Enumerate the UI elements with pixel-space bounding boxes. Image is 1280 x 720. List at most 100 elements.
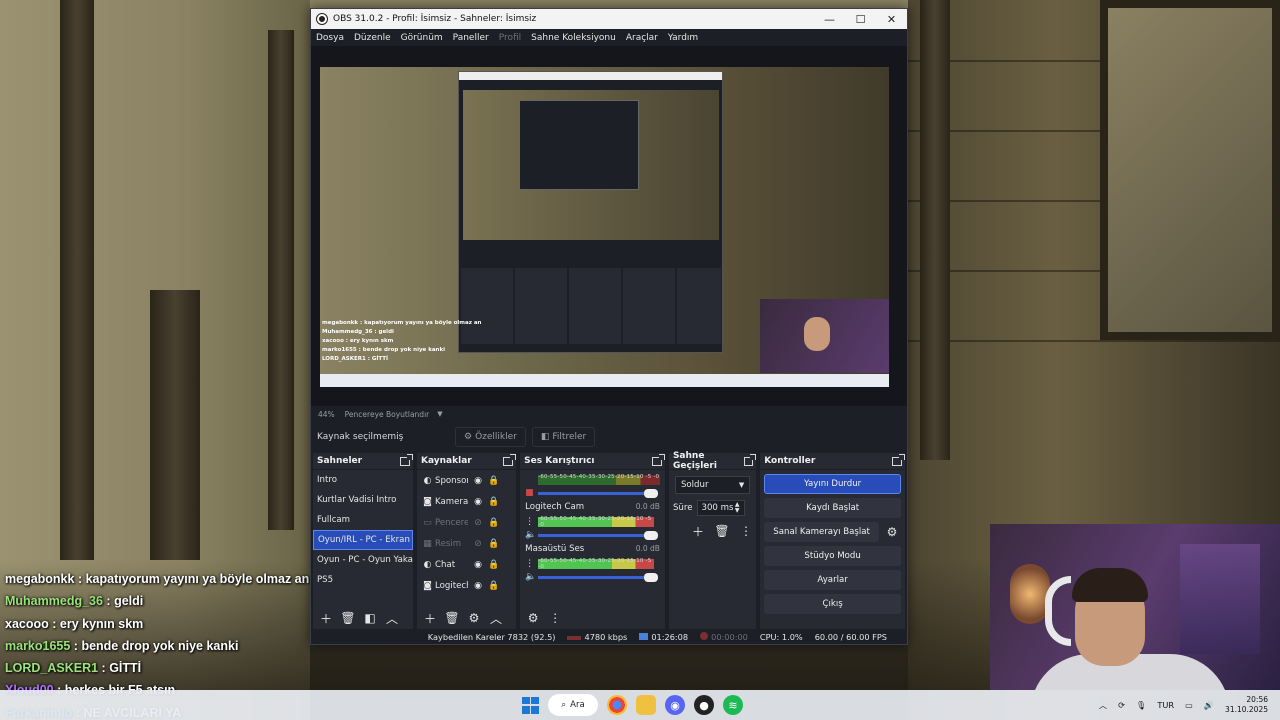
eye-hidden-icon[interactable]: ⊘ <box>473 518 483 528</box>
eye-icon[interactable]: ◉ <box>473 581 483 591</box>
undock-icon[interactable] <box>400 453 413 466</box>
menu-paneller[interactable]: Paneller <box>453 33 489 43</box>
lock-icon[interactable]: 🔒 <box>488 581 499 591</box>
source-item[interactable]: ◙ Logitech ◉ 🔒 <box>417 575 516 596</box>
scene-item-selected[interactable]: Oyun/IRL - PC - Ekran Y <box>313 530 413 550</box>
scene-item[interactable]: PS5 <box>313 570 413 590</box>
clock[interactable]: 20:56 31.10.2025 <box>1225 695 1268 715</box>
exit-button[interactable]: Çıkış <box>764 594 901 614</box>
chevron-up-icon[interactable]: ︿ <box>487 609 505 627</box>
undock-icon[interactable] <box>651 453 665 466</box>
spotify-icon[interactable]: ≋ <box>723 695 743 715</box>
more-icon[interactable]: ⋮ <box>525 559 538 569</box>
lock-icon[interactable]: 🔒 <box>488 476 499 486</box>
speaker-icon[interactable]: 🔈 <box>525 530 538 540</box>
trash-icon[interactable]: 🗑 <box>339 609 357 627</box>
lock-icon[interactable]: 🔒 <box>488 560 499 570</box>
webcam-background-shelf <box>1180 544 1260 654</box>
source-item[interactable]: ▭ Pencere ⊘ 🔒 <box>417 512 516 533</box>
properties-button[interactable]: ⚙ Özellikler <box>455 427 526 447</box>
trash-icon[interactable]: 🗑 <box>443 609 461 627</box>
sources-title: Kaynaklar <box>421 456 472 466</box>
gear-icon[interactable]: ⚙ <box>465 609 483 627</box>
menu-araclar[interactable]: Araçlar <box>626 33 658 43</box>
filters-button[interactable]: ◧ Filtreler <box>531 427 596 447</box>
folder-icon[interactable] <box>636 695 656 715</box>
network-icon[interactable]: ▭ <box>1185 700 1193 710</box>
menu-profil[interactable]: Profil <box>499 33 521 43</box>
volume-slider[interactable] <box>538 530 658 540</box>
gear-icon[interactable]: ⚙ <box>524 609 542 627</box>
obs-icon[interactable]: ● <box>694 695 714 715</box>
preview-chat: megabonkk : kapatıyorum yayını ya böyle … <box>322 319 481 364</box>
background-post <box>150 290 200 560</box>
trash-icon[interactable]: 🗑 <box>713 522 731 540</box>
lock-icon[interactable]: 🔒 <box>488 518 499 528</box>
preview-area[interactable]: megabonkk : kapatıyorum yayını ya böyle … <box>311 46 907 406</box>
lock-icon[interactable]: 🔒 <box>488 497 499 507</box>
menu-yardim[interactable]: Yardım <box>668 33 698 43</box>
studio-mode-button[interactable]: Stüdyo Modu <box>764 546 901 566</box>
source-item[interactable]: ▦ Resim ⊘ 🔒 <box>417 533 516 554</box>
eye-icon[interactable]: ◉ <box>473 497 483 507</box>
menu-sahne-koleksiyonu[interactable]: Sahne Koleksiyonu <box>531 33 616 43</box>
filter-icon[interactable]: ◧ <box>361 609 379 627</box>
speaker-muted-icon[interactable]: ■ <box>525 488 538 498</box>
eye-hidden-icon[interactable]: ⊘ <box>473 539 483 549</box>
eye-icon[interactable]: ◉ <box>473 560 483 570</box>
menu-duzenle[interactable]: Düzenle <box>354 33 391 43</box>
chrome-icon[interactable] <box>607 695 627 715</box>
close-button[interactable]: ✕ <box>876 9 907 29</box>
menu-gorunum[interactable]: Görünüm <box>401 33 443 43</box>
chat-username: marko1655 <box>5 638 71 653</box>
scene-item[interactable]: Intro <box>313 470 413 490</box>
scene-item[interactable]: Fullcam <box>313 510 413 530</box>
gear-icon[interactable]: ⚙ <box>883 523 901 541</box>
mixer-channel: Logitech Cam 0.0 dB ⋮ -60-55-50-45-40-35… <box>520 499 665 541</box>
fit-to-window-label[interactable]: Pencereye Boyutlandır <box>345 410 430 419</box>
settings-button[interactable]: Ayarlar <box>764 570 901 590</box>
volume-slider[interactable] <box>538 572 658 582</box>
chevron-down-icon[interactable]: ▼ <box>437 410 442 418</box>
maximize-button[interactable]: ☐ <box>845 9 876 29</box>
source-item[interactable]: ◐ Chat ◉ 🔒 <box>417 554 516 575</box>
chevron-up-icon[interactable]: ︿ <box>383 609 401 627</box>
add-icon[interactable]: ＋ <box>317 609 335 627</box>
sync-icon[interactable]: ⟳ <box>1118 700 1125 710</box>
more-icon[interactable]: ⋮ <box>737 522 755 540</box>
eye-icon[interactable]: ◉ <box>473 476 483 486</box>
spinner-icon[interactable]: ▲ ▼ <box>735 502 740 514</box>
scene-item[interactable]: Kurtlar Vadisi Intro <box>313 490 413 510</box>
start-recording-button[interactable]: Kaydı Başlat <box>764 498 901 518</box>
undock-icon[interactable] <box>743 453 757 466</box>
source-item[interactable]: ◐ Sponsor ◉ 🔒 <box>417 470 516 491</box>
start-virtual-camera-button[interactable]: Sanal Kamerayı Başlat <box>764 522 879 542</box>
undock-icon[interactable] <box>503 453 517 466</box>
minimize-button[interactable]: — <box>814 9 845 29</box>
scene-item[interactable]: Oyun - PC - Oyun Yakal <box>313 550 413 570</box>
source-item[interactable]: ◙ Kamera ◉ 🔒 <box>417 491 516 512</box>
add-icon[interactable]: ＋ <box>421 609 439 627</box>
title-bar[interactable]: OBS 31.0.2 - Profil: İsimsiz - Sahneler:… <box>311 9 907 29</box>
stop-stream-button[interactable]: Yayını Durdur <box>764 474 901 494</box>
volume-icon[interactable]: 🔊 <box>1204 700 1214 711</box>
language-indicator[interactable]: TUR <box>1157 700 1174 710</box>
taskbar-search[interactable]: ⌕ Ara <box>548 694 598 716</box>
more-icon[interactable]: ⋮ <box>525 517 538 527</box>
windows-start-icon[interactable] <box>522 696 539 714</box>
lock-icon[interactable]: 🔒 <box>488 539 499 549</box>
volume-slider[interactable] <box>538 488 658 498</box>
chevron-up-icon[interactable]: ︿ <box>1099 699 1107 711</box>
transition-select[interactable]: Soldur ▼ <box>674 476 751 494</box>
speaker-icon[interactable]: 🔈 <box>525 572 538 582</box>
menu-dosya[interactable]: Dosya <box>316 33 344 43</box>
duration-row: Süre 300 ms ▲ ▼ <box>673 500 750 516</box>
discord-icon[interactable]: ◉ <box>665 695 685 715</box>
duration-input[interactable]: 300 ms ▲ ▼ <box>696 500 745 516</box>
dock-area: Sahneler Intro Kurtlar Vadisi Intro Full… <box>311 451 907 629</box>
undock-icon[interactable] <box>892 453 905 466</box>
preview-canvas[interactable]: megabonkk : kapatıyorum yayını ya böyle … <box>320 67 889 387</box>
more-icon[interactable]: ⋮ <box>546 609 564 627</box>
microphone-icon[interactable]: 🎙 <box>1136 700 1146 711</box>
add-icon[interactable]: ＋ <box>689 522 707 540</box>
